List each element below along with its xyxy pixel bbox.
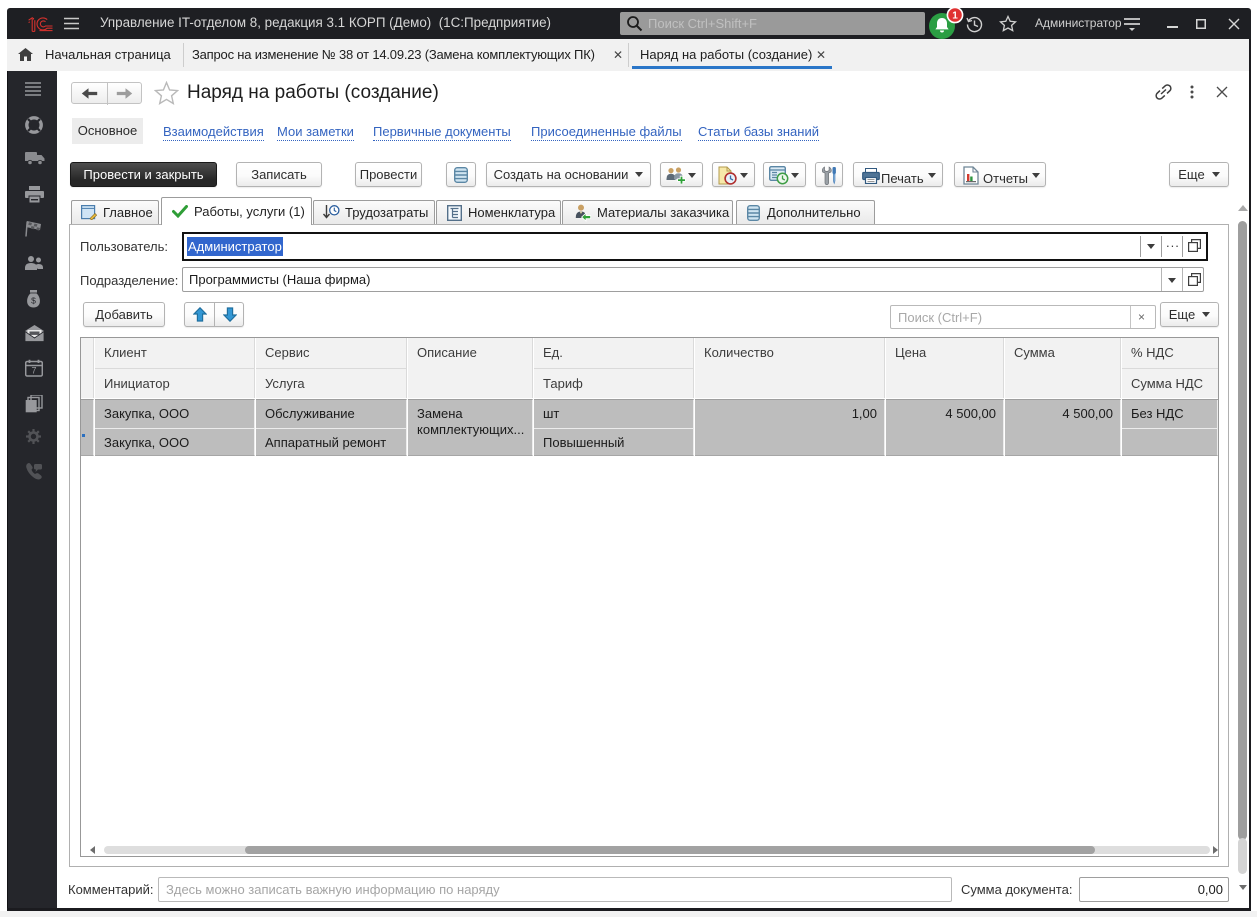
svg-text:$: $ xyxy=(31,296,36,306)
svg-text:1: 1 xyxy=(952,11,958,22)
svg-text:7: 7 xyxy=(31,366,36,376)
